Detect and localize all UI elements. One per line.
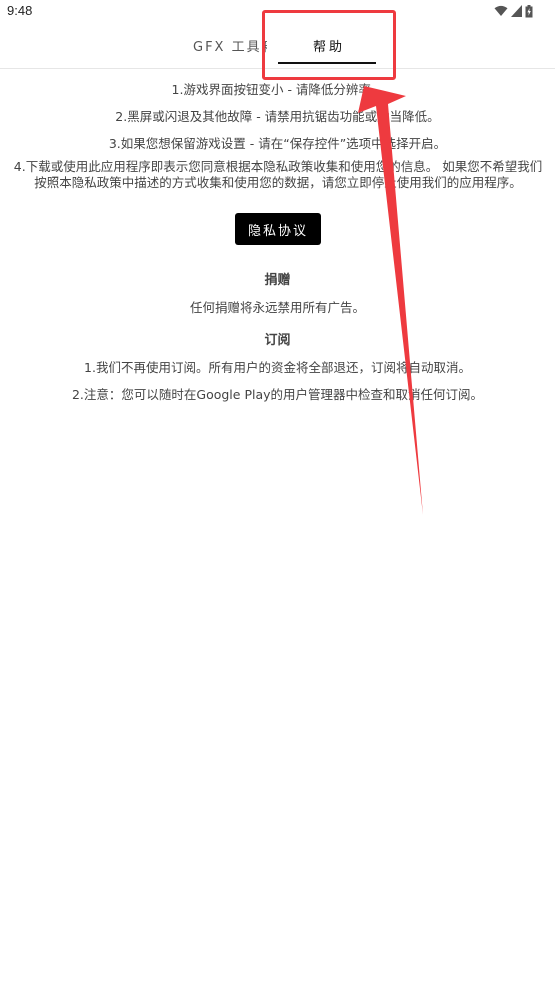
wifi-icon bbox=[494, 5, 508, 17]
status-time: 9:48 bbox=[7, 3, 33, 18]
subscription-item-2: 2.注意：您可以随时在Google Play的用户管理器中检查和取消任何订阅。 bbox=[71, 387, 484, 402]
subscription-title: 订阅 bbox=[264, 333, 291, 348]
signal-icon bbox=[511, 5, 522, 17]
help-tip-3: 3.如果您想保留游戏设置 - 请在“保存控件”选项中选择开启。 bbox=[108, 136, 447, 151]
donation-text: 任何捐赠将永远禁用所有广告。 bbox=[189, 300, 365, 315]
help-tip-1: 1.游戏界面按钮变小 - 请降低分辨率。 bbox=[171, 82, 384, 97]
donation-title: 捐赠 bbox=[264, 273, 291, 288]
status-icons bbox=[494, 4, 533, 18]
subscription-item-1: 1.我们不再使用订阅。所有用户的资金将全部退还，订阅将自动取消。 bbox=[84, 360, 471, 375]
tab-gfx-toolbox[interactable]: GFX 工具箱 bbox=[193, 36, 267, 55]
privacy-notice: 4.下载或使用此应用程序即表示您同意根据本隐私政策收集和使用您的信息。 如果您不… bbox=[13, 159, 543, 190]
annotation-highlight-box bbox=[262, 10, 396, 80]
battery-icon bbox=[525, 4, 533, 18]
privacy-policy-button[interactable]: 隐私协议 bbox=[235, 213, 321, 245]
screen: 9:48 GFX 工具箱 帮助 bbox=[0, 0, 555, 991]
help-tip-2: 2.黑屏或闪退及其他故障 - 请禁用抗锯齿功能或适当降低。 bbox=[115, 109, 440, 124]
